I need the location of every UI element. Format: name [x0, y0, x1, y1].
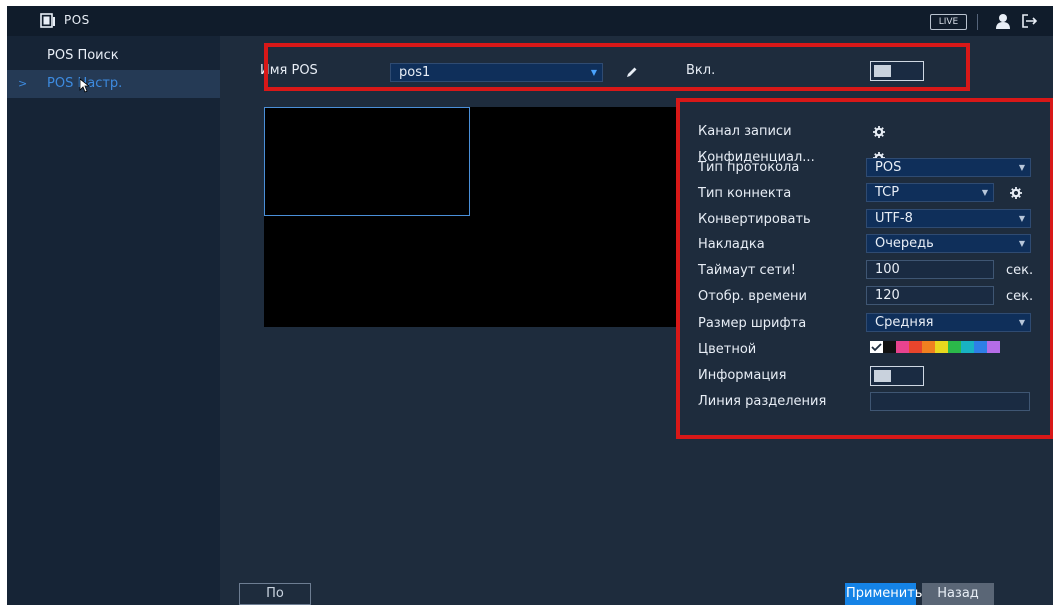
- mouse-cursor-icon: [79, 78, 90, 93]
- header-divider: [977, 14, 978, 30]
- default-button[interactable]: По умолч...: [239, 583, 311, 605]
- back-button[interactable]: Назад: [922, 583, 994, 605]
- sidebar-item-label: POS Поиск: [47, 48, 119, 63]
- video-preview[interactable]: [264, 107, 676, 327]
- apply-button[interactable]: Применить: [845, 583, 922, 605]
- main-panel: Имя POS pos1 ▼ Вкл. Канал записи Конфиде…: [220, 36, 1053, 605]
- pos-overlay-region[interactable]: [264, 107, 470, 216]
- logout-icon[interactable]: [1021, 13, 1039, 29]
- pos-window: POS LIVE POS Поиск > POS Настр. Имя POS …: [7, 6, 1053, 605]
- highlight-box-settings: [676, 98, 1053, 439]
- chevron-right-icon: >: [18, 77, 28, 90]
- highlight-box-pos-name: [264, 43, 970, 91]
- title-bar: POS LIVE: [7, 6, 1053, 36]
- sidebar-item-pos-settings[interactable]: > POS Настр.: [7, 70, 220, 98]
- user-icon[interactable]: [995, 13, 1011, 29]
- sidebar-item-pos-search[interactable]: POS Поиск: [7, 42, 220, 70]
- pos-terminal-icon: [40, 13, 55, 28]
- window-title: POS: [64, 13, 90, 27]
- sidebar: POS Поиск > POS Настр.: [7, 36, 220, 605]
- live-button[interactable]: LIVE: [930, 14, 967, 30]
